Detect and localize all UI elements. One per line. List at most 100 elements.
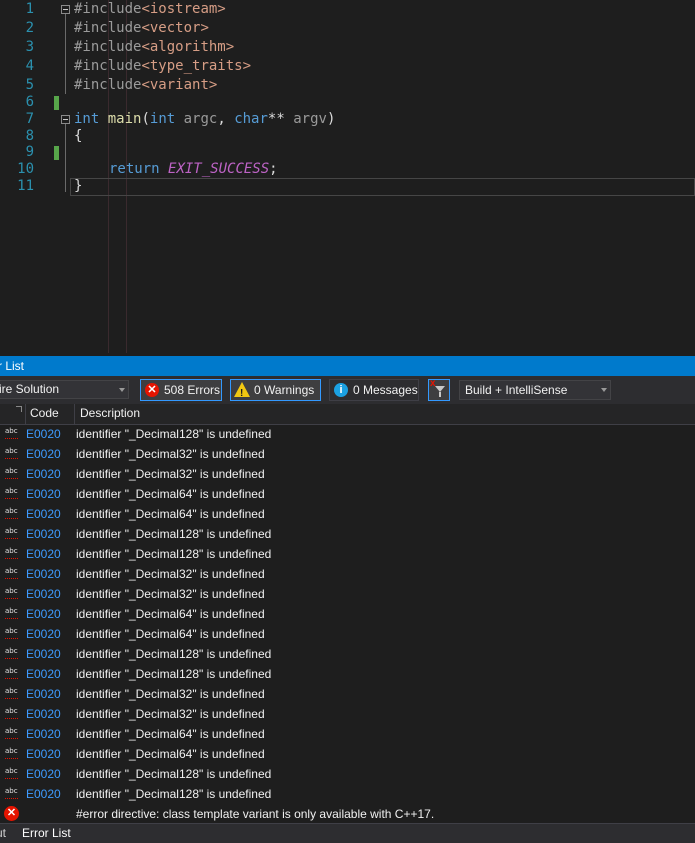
table-row[interactable]: abc E0020 identifier "_Decimal64" is undef…	[0, 484, 695, 504]
error-description: identifier "_Decimal64" is undefined	[76, 607, 265, 621]
code-line-8: {	[74, 128, 83, 144]
code-line-10: return EXIT_SUCCESS;	[109, 161, 278, 177]
current-line-highlight	[70, 178, 695, 196]
table-row[interactable]: abc E0020 identifier "_Decimal64" is undef…	[0, 724, 695, 744]
table-row[interactable]: abc E0020 identifier "_Decimal64" is undef…	[0, 504, 695, 524]
chevron-down-icon	[601, 388, 607, 392]
table-row[interactable]: abc E0020 identifier "_Decimal32" is undef…	[0, 584, 695, 604]
error-code-link[interactable]: E0020	[26, 644, 61, 664]
error-description: identifier "_Decimal32" is undefined	[76, 587, 265, 601]
table-row[interactable]: abc E0020 identifier "_Decimal128" is unde…	[0, 664, 695, 684]
error-code-link[interactable]: E0020	[26, 744, 61, 764]
line-number: 4	[25, 58, 34, 74]
error-description: identifier "_Decimal128" is undefined	[76, 647, 272, 661]
table-row[interactable]: abc E0020 identifier "_Decimal128" is unde…	[0, 544, 695, 564]
chevron-down-icon	[119, 388, 125, 392]
code-line-2: #include<vector>	[74, 20, 209, 36]
intellisense-error-icon: abc	[5, 467, 19, 479]
error-code-link[interactable]: E0020	[26, 464, 61, 484]
error-description: identifier "_Decimal64" is undefined	[76, 487, 265, 501]
fold-toggle-icon[interactable]	[61, 5, 70, 14]
error-list-toolbar: ire Solution ✕ 508 Errors 0 Warnings i 0…	[0, 376, 695, 404]
fold-guide	[65, 14, 66, 94]
intellisense-error-icon: abc	[5, 427, 19, 439]
error-description: #error directive: class template variant…	[76, 807, 435, 821]
table-row[interactable]: abc E0020 identifier "_Decimal32" is undef…	[0, 564, 695, 584]
scope-dropdown[interactable]: ire Solution	[0, 380, 129, 399]
table-row[interactable]: abc E0020 identifier "_Decimal128" is unde…	[0, 764, 695, 784]
error-code-link[interactable]: E0020	[26, 664, 61, 684]
intellisense-error-icon: abc	[5, 507, 19, 519]
error-code-link[interactable]: E0020	[26, 764, 61, 784]
warning-triangle-icon	[234, 382, 250, 404]
column-resizer[interactable]	[74, 404, 75, 424]
warnings-filter-button[interactable]: 0 Warnings	[230, 379, 321, 404]
table-row[interactable]: ✕ #error directive: class template varian…	[0, 804, 695, 824]
code-line-3: #include<algorithm>	[74, 39, 235, 55]
error-code-link[interactable]: E0020	[26, 544, 61, 564]
errors-count-label: 508 Errors	[164, 383, 221, 397]
column-header-code[interactable]: Code	[30, 404, 59, 423]
sort-icon[interactable]	[16, 406, 22, 412]
table-row[interactable]: abc E0020 identifier "_Decimal32" is undef…	[0, 444, 695, 464]
error-code-link[interactable]: E0020	[26, 624, 61, 644]
clear-filter-button[interactable]: x	[428, 378, 450, 401]
table-row[interactable]: abc E0020 identifier "_Decimal64" is undef…	[0, 624, 695, 644]
line-number: 11	[17, 178, 34, 194]
messages-count-label: 0 Messages	[353, 383, 418, 397]
error-code-link[interactable]: E0020	[26, 484, 61, 504]
code-editor[interactable]: 1 2 3 4 5 6 7 8 9 10 11 #include<iostrea…	[0, 0, 695, 353]
fold-toggle-icon[interactable]	[61, 115, 70, 124]
errors-filter-button[interactable]: ✕ 508 Errors	[140, 379, 222, 401]
error-code-link[interactable]: E0020	[26, 684, 61, 704]
table-row[interactable]: abc E0020 identifier "_Decimal128" is unde…	[0, 784, 695, 804]
error-description: identifier "_Decimal32" is undefined	[76, 447, 265, 461]
tab-output[interactable]: ut	[0, 824, 6, 842]
intellisense-error-icon: abc	[5, 747, 19, 759]
error-code-link[interactable]: E0020	[26, 524, 61, 544]
info-circle-icon: i	[334, 383, 348, 397]
error-circle-icon: ✕	[145, 383, 159, 397]
error-list-title-bar[interactable]: r List	[0, 356, 695, 376]
error-description: identifier "_Decimal128" is undefined	[76, 427, 272, 441]
table-row[interactable]: abc E0020 identifier "_Decimal128" is unde…	[0, 424, 695, 444]
error-code-link[interactable]: E0020	[26, 504, 61, 524]
error-code-link[interactable]: E0020	[26, 584, 61, 604]
error-description: identifier "_Decimal128" is undefined	[76, 667, 272, 681]
error-description: identifier "_Decimal64" is undefined	[76, 507, 265, 521]
table-row[interactable]: abc E0020 identifier "_Decimal32" is undef…	[0, 684, 695, 704]
error-description: identifier "_Decimal128" is undefined	[76, 787, 272, 801]
column-header-description[interactable]: Description	[80, 404, 140, 423]
code-line-7: int main(int argc, char** argv)	[74, 111, 336, 127]
error-code-link[interactable]: E0020	[26, 424, 61, 444]
error-list-header: Code Description	[0, 404, 695, 425]
error-code-link[interactable]: E0020	[26, 564, 61, 584]
error-code-link[interactable]: E0020	[26, 784, 61, 804]
line-number: 3	[25, 39, 34, 55]
table-row[interactable]: abc E0020 identifier "_Decimal64" is undef…	[0, 744, 695, 764]
error-description: identifier "_Decimal32" is undefined	[76, 467, 265, 481]
line-number: 1	[25, 1, 34, 17]
tab-error-list[interactable]: Error List	[22, 824, 71, 842]
messages-filter-button[interactable]: i 0 Messages	[329, 379, 419, 401]
error-code-link[interactable]: E0020	[26, 444, 61, 464]
table-row[interactable]: abc E0020 identifier "_Decimal128" is unde…	[0, 524, 695, 544]
intellisense-error-icon: abc	[5, 687, 19, 699]
column-resizer[interactable]	[25, 404, 26, 424]
warnings-count-label: 0 Warnings	[254, 383, 315, 397]
error-description: identifier "_Decimal32" is undefined	[76, 687, 265, 701]
table-row[interactable]: abc E0020 identifier "_Decimal128" is unde…	[0, 644, 695, 664]
table-row[interactable]: abc E0020 identifier "_Decimal32" is undef…	[0, 704, 695, 724]
table-row[interactable]: abc E0020 identifier "_Decimal64" is undef…	[0, 604, 695, 624]
error-code-link[interactable]: E0020	[26, 704, 61, 724]
error-description: identifier "_Decimal64" is undefined	[76, 627, 265, 641]
error-code-link[interactable]: E0020	[26, 724, 61, 744]
source-dropdown[interactable]: Build + IntelliSense	[459, 380, 611, 400]
code-line-4: #include<type_traits>	[74, 58, 252, 74]
table-row[interactable]: abc E0020 identifier "_Decimal32" is undef…	[0, 464, 695, 484]
intellisense-error-icon: abc	[5, 487, 19, 499]
error-code-link[interactable]: E0020	[26, 604, 61, 624]
intellisense-error-icon: abc	[5, 627, 19, 639]
intellisense-error-icon: abc	[5, 587, 19, 599]
intellisense-error-icon: abc	[5, 787, 19, 799]
